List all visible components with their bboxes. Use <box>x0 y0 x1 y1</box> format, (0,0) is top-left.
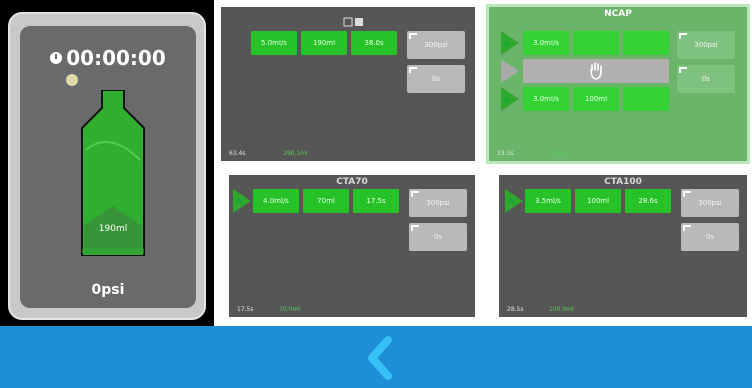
pressure-limit-value: 300psi <box>424 41 448 49</box>
delay-value: 0s <box>701 75 711 83</box>
protocol-panel-4[interactable]: CTA100 A 3.5ml/s 100ml 28.6s 300psi 0s 2… <box>496 172 750 320</box>
protocol-header-icon <box>343 17 363 27</box>
pressure-limit-value: 300psi <box>426 199 450 207</box>
delay-button[interactable]: 0s <box>677 65 735 93</box>
footer-time: 17.5s <box>237 306 254 313</box>
svg-text:A: A <box>504 40 511 50</box>
phase-hold-arrow-icon <box>501 59 519 83</box>
phase1-duration[interactable]: 17.5s <box>353 189 399 213</box>
phase1-volume[interactable]: 100ml <box>575 189 621 213</box>
timer-value: 00:00:00 <box>66 46 166 70</box>
volume-label: 190ml <box>98 224 128 234</box>
footer-time: 28.5s <box>507 306 524 313</box>
protocol-panel-2[interactable]: NCAP A 3.0ml/s A 3.0ml/s 100ml 300psi 0s… <box>486 4 750 164</box>
footer-volume: 100.0ml <box>549 306 574 313</box>
footer-time: 33.3s <box>497 150 514 157</box>
pressure-icon <box>411 191 419 197</box>
phase1-rate[interactable]: 3.0ml/s <box>523 31 569 55</box>
timer-display: 00:00:00 <box>20 46 196 70</box>
phase-a-arrow-icon: A <box>501 31 519 55</box>
phase1-duration[interactable]: 38.0s <box>351 31 397 55</box>
delay-icon <box>683 225 691 231</box>
footer-volume: 190.1ml <box>283 150 308 157</box>
pressure-readout: 0psi <box>91 282 125 298</box>
volume-bar <box>82 248 144 254</box>
delay-icon <box>409 67 417 73</box>
syringe-status-card[interactable]: 00:00:00 190ml 0psi <box>8 12 206 320</box>
phase1-volume[interactable]: 190ml <box>301 31 347 55</box>
phase1-duration[interactable] <box>623 31 669 55</box>
footer-time: 63.4s <box>229 150 246 157</box>
phase-a-arrow-icon: A <box>505 189 523 213</box>
phase2-duration[interactable] <box>623 87 669 111</box>
status-area: 00:00:00 190ml 0psi <box>0 0 214 326</box>
delay-button[interactable]: 0s <box>409 223 467 251</box>
protocol-title: NCAP <box>604 9 632 19</box>
phase1-rate[interactable]: 5.0ml/s <box>251 31 297 55</box>
pressure-icon <box>683 191 691 197</box>
indicator-icon <box>66 74 78 86</box>
pressure-limit-button[interactable]: 300psi <box>407 31 465 59</box>
delay-value: 0s <box>433 233 443 241</box>
phase1-duration[interactable]: 28.6s <box>625 189 671 213</box>
svg-text:A: A <box>236 198 243 208</box>
footer-volume: 100ml <box>551 150 570 157</box>
injector-screen: 00:00:00 190ml 0psi 5.0ml/s 190ml 38.0s … <box>0 0 752 388</box>
phase-b-arrow-icon: A <box>501 87 519 111</box>
delay-button[interactable]: 0s <box>407 65 465 93</box>
delay-value: 0s <box>431 75 441 83</box>
delay-value: 0s <box>705 233 715 241</box>
phase2-volume[interactable]: 100ml <box>573 87 619 111</box>
syringe-status-inner: 00:00:00 190ml 0psi <box>20 26 196 308</box>
svg-text:A: A <box>508 198 515 208</box>
phase1-rate[interactable]: 4.0ml/s <box>253 189 299 213</box>
delay-button[interactable]: 0s <box>681 223 739 251</box>
footer-volume: 70.0ml <box>279 306 300 313</box>
svg-text:A: A <box>504 96 511 106</box>
phase1-volume[interactable]: 70ml <box>303 189 349 213</box>
timer-icon <box>50 52 63 64</box>
protocol-panel-3[interactable]: CTA70 A 4.0ml/s 70ml 17.5s 300psi 0s 17.… <box>226 172 478 320</box>
pressure-limit-value: 300psi <box>694 41 718 49</box>
hand-icon <box>590 62 602 80</box>
protocol-title: CTA100 <box>604 177 642 187</box>
delay-icon <box>411 225 419 231</box>
delay-icon <box>679 67 687 73</box>
bottom-nav-bar <box>0 326 752 388</box>
pressure-limit-button[interactable]: 300psi <box>677 31 735 59</box>
pressure-icon <box>409 33 417 39</box>
phase1-rate[interactable]: 3.5ml/s <box>525 189 571 213</box>
phase2-rate[interactable]: 3.0ml/s <box>523 87 569 111</box>
phase1-volume[interactable] <box>573 31 619 55</box>
pressure-limit-button[interactable]: 300psi <box>409 189 467 217</box>
protocol-title: CTA70 <box>336 177 368 187</box>
pressure-icon <box>679 33 687 39</box>
protocol-panel-1[interactable]: 5.0ml/s 190ml 38.0s 300psi 0s 63.4s 190.… <box>218 4 478 164</box>
phase-a-arrow-icon: A <box>233 189 251 213</box>
back-chevron-icon[interactable] <box>360 336 400 380</box>
pressure-limit-value: 300psi <box>698 199 722 207</box>
pressure-limit-button[interactable]: 300psi <box>681 189 739 217</box>
